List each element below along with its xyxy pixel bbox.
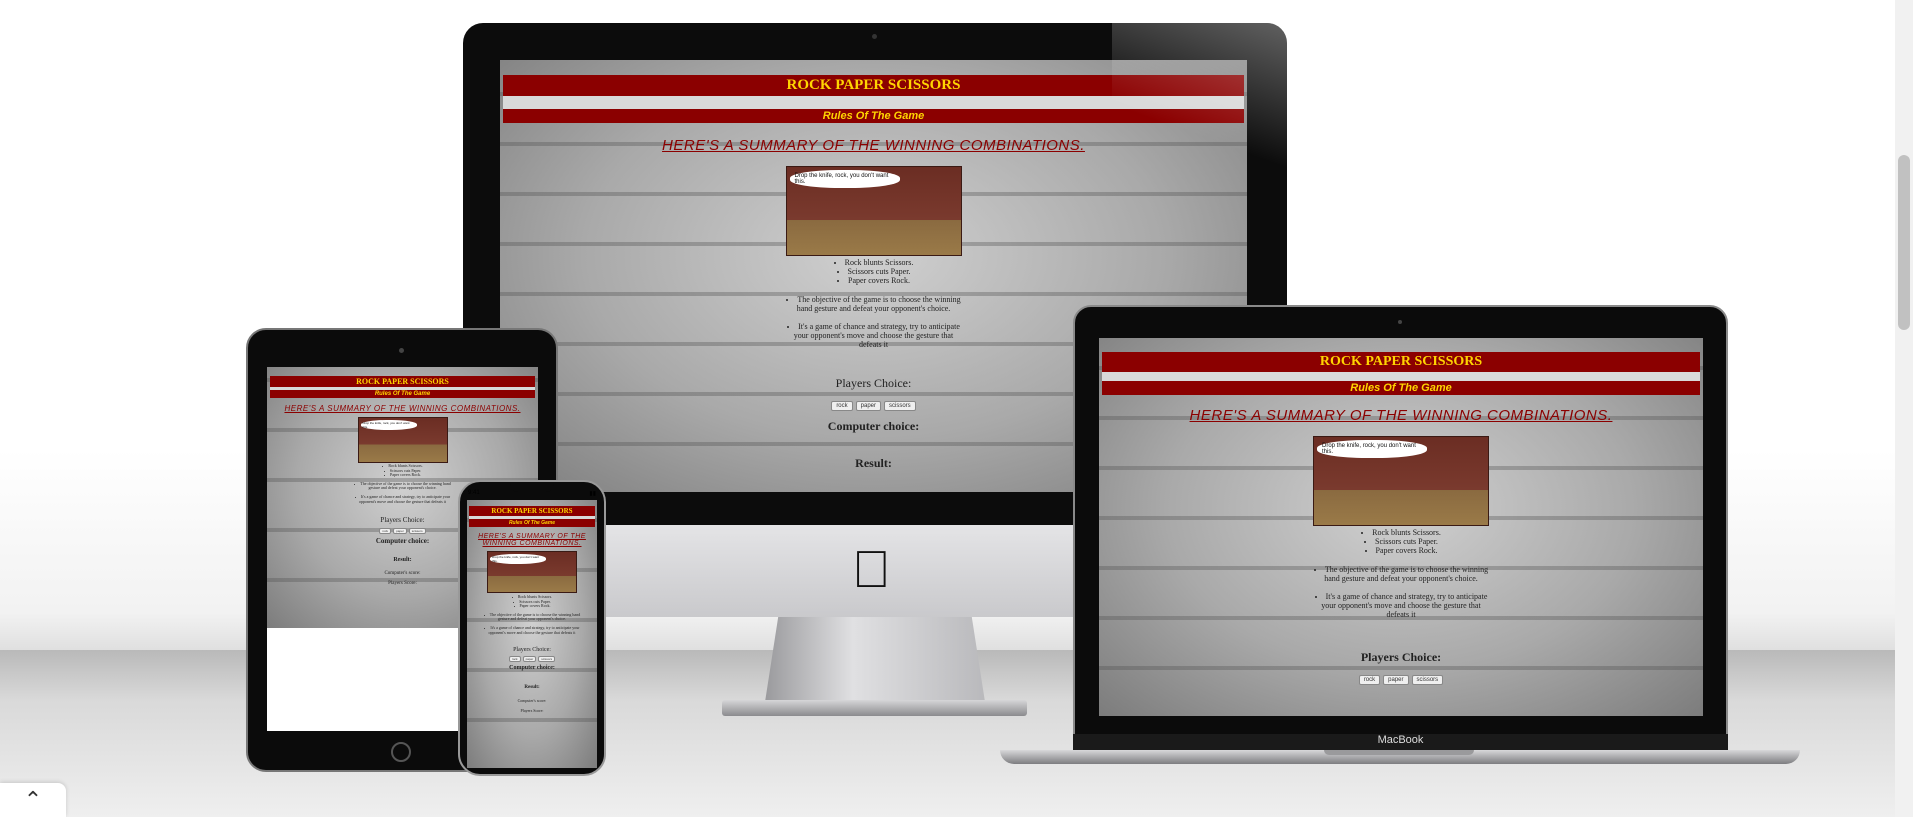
scissors-button[interactable]: scissors bbox=[538, 656, 556, 663]
rock-button[interactable]: rock bbox=[379, 528, 392, 535]
comic-image: Drop the knife, rock, you don't want thi… bbox=[1313, 436, 1489, 526]
site-title: ROCK PAPER SCISSORS bbox=[1102, 352, 1700, 372]
comic-caption: Drop the knife, rock, you don't want thi… bbox=[789, 170, 900, 188]
players-choice-heading: Players Choice: bbox=[513, 647, 551, 654]
rules-list: Rock blunts Scissors. Scissors cuts Pape… bbox=[1311, 528, 1491, 620]
choice-buttons: rock paper scissors bbox=[1099, 674, 1703, 685]
scissors-button[interactable]: scissors bbox=[884, 400, 916, 411]
summary-heading: HERE'S A SUMMARY OF THE WINNING COMBINAT… bbox=[478, 533, 586, 547]
rock-button[interactable]: rock bbox=[508, 656, 521, 663]
rule-3: Paper covers Rock. bbox=[353, 473, 453, 478]
macbook-screen[interactable]: ROCK PAPER SCISSORS Rules Of The Game HE… bbox=[1099, 338, 1703, 716]
macbook-label: MacBook bbox=[1073, 734, 1728, 750]
strategy-text: It's a game of chance and strategy, try … bbox=[1311, 592, 1491, 620]
iphone-screen[interactable]: ROCK PAPER SCISSORS Rules Of The Game HE… bbox=[467, 500, 597, 768]
iphone-notch bbox=[510, 484, 554, 492]
macbook-camera bbox=[1398, 320, 1402, 324]
result-heading: Result: bbox=[524, 685, 540, 691]
chevron-up-icon: ⌃ bbox=[23, 787, 43, 812]
comic-caption: Drop the knife, rock, you don't want thi… bbox=[1317, 440, 1427, 458]
ipad-camera bbox=[399, 348, 404, 353]
paper-button[interactable]: paper bbox=[1383, 674, 1409, 685]
computer-score: Computer's score: bbox=[517, 698, 547, 704]
imac-stand bbox=[765, 617, 985, 702]
back-to-top-button[interactable]: ⌃ bbox=[0, 783, 66, 817]
rule-1: Rock blunts Scissors. bbox=[784, 258, 964, 267]
rock-button[interactable]: rock bbox=[831, 400, 853, 411]
objective-text: The objective of the game is to choose t… bbox=[1311, 565, 1491, 583]
site-subtitle: Rules Of The Game bbox=[469, 519, 595, 527]
phone-time: 9:41 bbox=[468, 490, 480, 496]
objective-text: The objective of the game is to choose t… bbox=[784, 295, 964, 313]
objective-text: The objective of the game is to choose t… bbox=[482, 612, 582, 622]
comic-image: Drop the knife, rock, you don't want thi… bbox=[487, 551, 577, 593]
choice-buttons: rock paper scissors bbox=[467, 656, 597, 663]
scissors-button[interactable]: scissors bbox=[1411, 674, 1444, 685]
strategy-text: It's a game of chance and strategy, try … bbox=[353, 494, 453, 504]
rule-2: Scissors cuts Paper. bbox=[1311, 537, 1491, 546]
site-subtitle: Rules Of The Game bbox=[1102, 381, 1700, 395]
rules-list: Rock blunts Scissors. Scissors cuts Pape… bbox=[482, 594, 582, 635]
site-title: ROCK PAPER SCISSORS bbox=[270, 376, 535, 387]
paper-button[interactable]: paper bbox=[855, 400, 882, 411]
rock-button[interactable]: rock bbox=[1358, 674, 1381, 685]
rule-3: Paper covers Rock. bbox=[784, 276, 964, 285]
imac-camera bbox=[872, 34, 877, 39]
page-scrollbar[interactable] bbox=[1895, 0, 1913, 817]
site-title: ROCK PAPER SCISSORS bbox=[469, 506, 595, 516]
imac-glare bbox=[1112, 23, 1287, 323]
strategy-text: It's a game of chance and strategy, try … bbox=[482, 625, 582, 635]
rule-1: Rock blunts Scissors. bbox=[1311, 528, 1491, 537]
paper-button[interactable]: paper bbox=[522, 656, 537, 663]
imac-stand-base bbox=[722, 700, 1027, 716]
strategy-text: It's a game of chance and strategy, try … bbox=[784, 322, 964, 350]
apple-logo-icon:  bbox=[852, 540, 891, 600]
paper-button[interactable]: paper bbox=[393, 528, 407, 535]
rules-list: Rock blunts Scissors. Scissors cuts Pape… bbox=[353, 463, 453, 504]
site-subtitle: Rules Of The Game bbox=[270, 390, 535, 398]
players-choice-heading: Players Choice: bbox=[1360, 649, 1442, 664]
battery-icon: ▮▮ bbox=[589, 491, 596, 497]
scrollbar-thumb[interactable] bbox=[1898, 155, 1910, 330]
rule-3: Paper covers Rock. bbox=[482, 604, 582, 609]
rule-3: Paper covers Rock. bbox=[1311, 546, 1491, 555]
players-score: Players Score: bbox=[520, 708, 544, 714]
comic-caption: Drop the knife, rock, you don't want thi… bbox=[490, 554, 546, 564]
comic-image: Drop the knife, rock, you don't want thi… bbox=[785, 166, 962, 256]
rule-2: Scissors cuts Paper. bbox=[784, 267, 964, 276]
macbook-notch bbox=[1324, 750, 1474, 755]
summary-heading: HERE'S A SUMMARY OF THE WINNING COMBINAT… bbox=[1189, 407, 1613, 424]
scissors-button[interactable]: scissors bbox=[408, 528, 426, 535]
rules-list: Rock blunts Scissors. Scissors cuts Pape… bbox=[784, 258, 964, 350]
objective-text: The objective of the game is to choose t… bbox=[353, 481, 453, 491]
comic-image: Drop the knife, rock, you don't want thi… bbox=[357, 417, 448, 463]
comic-caption: Drop the knife, rock, you don't want thi… bbox=[360, 420, 417, 430]
computer-choice-heading: Computer choice: bbox=[509, 665, 555, 672]
summary-heading: HERE'S A SUMMARY OF THE WINNING COMBINAT… bbox=[284, 404, 521, 413]
ipad-home-button bbox=[391, 742, 411, 762]
